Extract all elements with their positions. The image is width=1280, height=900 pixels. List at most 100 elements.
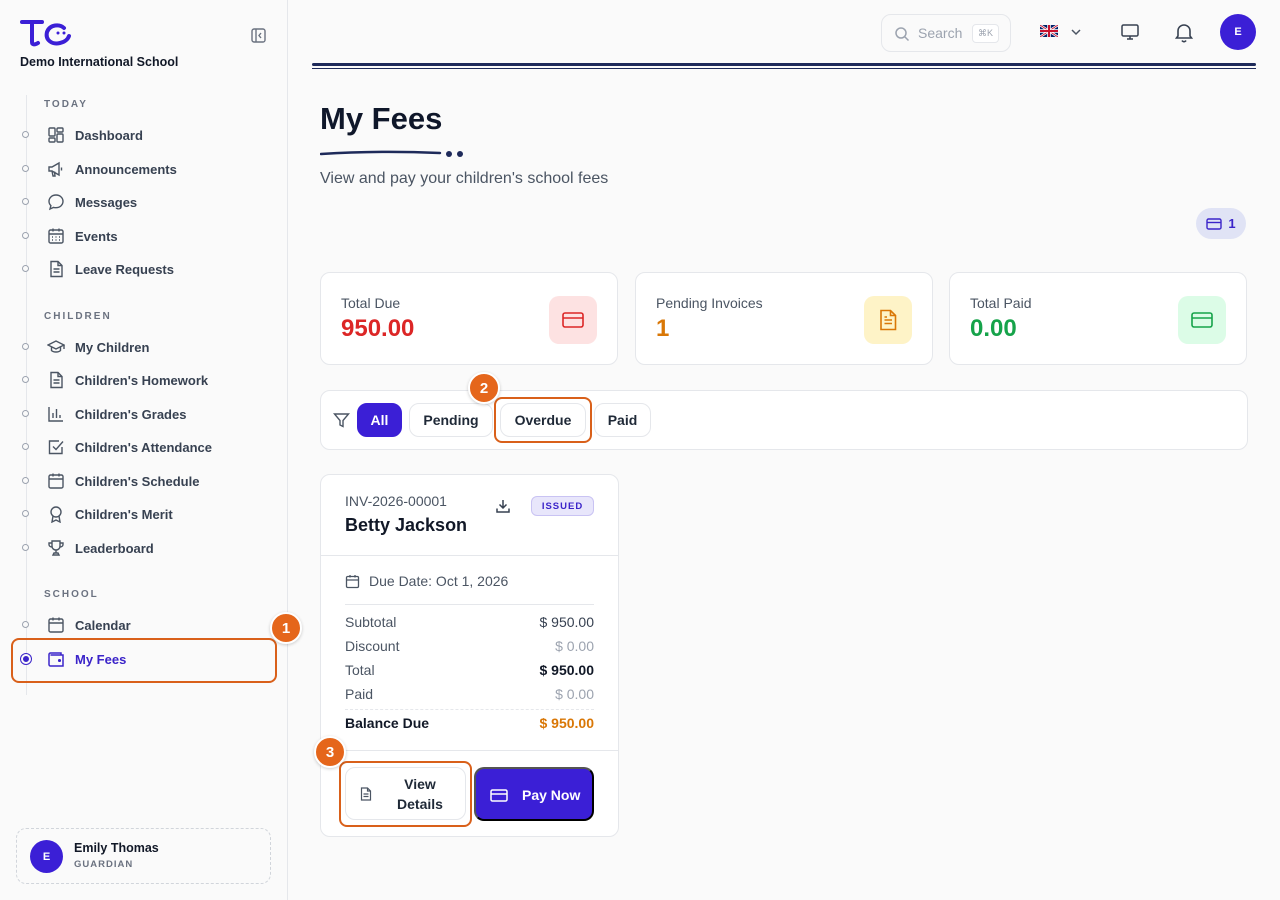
uk-flag-icon[interactable] bbox=[1040, 25, 1058, 37]
nav-dot bbox=[22, 510, 29, 517]
monitor-icon[interactable] bbox=[1120, 22, 1140, 42]
header-divider bbox=[312, 63, 1256, 66]
file-text-icon bbox=[864, 296, 912, 344]
message-icon bbox=[48, 194, 64, 211]
sidebar-item-label: Announcements bbox=[75, 162, 177, 177]
sidebar-item-label: Leaderboard bbox=[75, 541, 154, 556]
sidebar-item-label: Dashboard bbox=[75, 128, 143, 143]
row-value: $ 950.00 bbox=[539, 715, 595, 731]
sidebar-item-my-children[interactable]: My Children bbox=[20, 332, 270, 362]
nav-dot bbox=[22, 544, 29, 551]
divider bbox=[321, 555, 618, 556]
sidebar-item-calendar[interactable]: Calendar bbox=[20, 610, 270, 640]
stat-card-total-due: Total Due 950.00 bbox=[320, 272, 618, 365]
section-school: SCHOOL bbox=[44, 589, 99, 600]
checkbox-icon bbox=[48, 440, 64, 455]
stat-card-total-paid: Total Paid 0.00 bbox=[949, 272, 1247, 365]
nav-dot bbox=[22, 232, 29, 239]
stat-value: 1 bbox=[656, 315, 670, 342]
user-name: Emily Thomas bbox=[74, 841, 159, 855]
due-date-text: Due Date: Oct 1, 2026 bbox=[369, 573, 509, 589]
sidebar-item-label: Messages bbox=[75, 195, 138, 210]
row-label: Balance Due bbox=[345, 715, 430, 731]
annotation-badge-2: 2 bbox=[468, 372, 500, 404]
invoice-number: INV-2026-00001 bbox=[345, 493, 447, 509]
sidebar-item-childrens-schedule[interactable]: Children's Schedule bbox=[20, 466, 270, 496]
sidebar-item-leaderboard[interactable]: Leaderboard bbox=[20, 533, 270, 563]
avatar: E bbox=[30, 840, 63, 873]
download-button[interactable] bbox=[485, 491, 521, 521]
user-role: GUARDIAN bbox=[74, 859, 134, 870]
row-value: $ 0.00 bbox=[555, 638, 594, 654]
title-underline-decoration bbox=[320, 150, 463, 157]
award-icon bbox=[50, 506, 62, 523]
sidebar-item-childrens-attendance[interactable]: Children's Attendance bbox=[20, 432, 270, 462]
invoice-count: 1 bbox=[1228, 216, 1236, 231]
download-icon bbox=[496, 500, 510, 513]
top-avatar[interactable]: E bbox=[1220, 14, 1256, 50]
sidebar-item-leave-requests[interactable]: Leave Requests bbox=[20, 254, 270, 284]
nav-dot bbox=[22, 265, 29, 272]
nav-dot bbox=[22, 477, 29, 484]
credit-card-icon bbox=[490, 789, 508, 802]
divider bbox=[321, 750, 618, 751]
filter-pending-button[interactable]: Pending bbox=[409, 403, 493, 437]
megaphone-icon bbox=[48, 161, 63, 177]
nav-dot bbox=[22, 165, 29, 172]
subtotal-row: Subtotal $ 950.00 bbox=[345, 614, 594, 630]
paid-row: Paid $ 0.00 bbox=[345, 686, 594, 702]
sidebar-item-label: Children's Homework bbox=[75, 373, 209, 388]
search-input[interactable]: Search ⌘K bbox=[881, 14, 1011, 52]
credit-card-icon bbox=[1178, 296, 1226, 344]
sidebar-item-childrens-grades[interactable]: Children's Grades bbox=[20, 399, 270, 429]
annotation-highlight-my-fees bbox=[11, 638, 277, 683]
school-name: Demo International School bbox=[20, 55, 179, 69]
sidebar-item-events[interactable]: Events bbox=[20, 221, 270, 251]
nav-dot bbox=[22, 410, 29, 417]
balance-due-row: Balance Due $ 950.00 bbox=[345, 715, 594, 731]
chevron-down-icon[interactable] bbox=[1070, 26, 1082, 38]
invoice-count-badge: 1 bbox=[1196, 208, 1246, 239]
filter-icon bbox=[333, 413, 350, 428]
sidebar-item-announcements[interactable]: Announcements bbox=[20, 154, 270, 184]
row-value: $ 950.00 bbox=[539, 614, 595, 630]
user-profile-card[interactable]: E Emily Thomas GUARDIAN bbox=[16, 828, 271, 884]
bell-icon[interactable] bbox=[1173, 21, 1195, 43]
sidebar-item-label: Children's Attendance bbox=[75, 440, 212, 455]
search-shortcut: ⌘K bbox=[972, 24, 999, 43]
document-icon bbox=[50, 260, 63, 278]
sidebar-item-label: Children's Merit bbox=[75, 507, 173, 522]
nav-dot bbox=[22, 443, 29, 450]
sidebar-item-childrens-homework[interactable]: Children's Homework bbox=[20, 365, 270, 395]
nav-dot bbox=[22, 376, 29, 383]
sidebar-item-dashboard[interactable]: Dashboard bbox=[20, 120, 270, 150]
sidebar-item-childrens-merit[interactable]: Children's Merit bbox=[20, 499, 270, 529]
due-date: Due Date: Oct 1, 2026 bbox=[345, 573, 508, 589]
sidebar-item-messages[interactable]: Messages bbox=[20, 187, 270, 217]
dashed-divider bbox=[345, 709, 594, 710]
section-today: TODAY bbox=[44, 99, 88, 110]
filter-paid-button[interactable]: Paid bbox=[594, 403, 651, 437]
page-title: My Fees bbox=[320, 101, 443, 136]
nav-dot bbox=[22, 621, 29, 628]
sidebar-item-label: Events bbox=[75, 229, 118, 244]
annotation-badge-1: 1 bbox=[270, 612, 302, 644]
filter-all-button[interactable]: All bbox=[357, 403, 402, 437]
discount-row: Discount $ 0.00 bbox=[345, 638, 594, 654]
search-icon bbox=[895, 27, 910, 42]
stat-value: 0.00 bbox=[970, 315, 1017, 342]
collapse-sidebar-icon[interactable] bbox=[251, 28, 266, 43]
nav-dot bbox=[22, 198, 29, 205]
total-row: Total $ 950.00 bbox=[345, 662, 594, 678]
calendar-grid-icon bbox=[48, 228, 64, 244]
stat-label: Total Due bbox=[341, 295, 401, 311]
filter-bar: All Pending Overdue Paid bbox=[320, 390, 1248, 450]
school-logo[interactable] bbox=[20, 18, 74, 53]
nav-dot bbox=[22, 343, 29, 350]
sidebar: Demo International School TODAY CHILDREN… bbox=[0, 0, 288, 900]
stat-value: 950.00 bbox=[341, 315, 415, 342]
pay-now-button[interactable]: Pay Now bbox=[474, 767, 594, 821]
credit-card-icon bbox=[1206, 217, 1223, 230]
credit-card-icon bbox=[549, 296, 597, 344]
pay-now-label: Pay Now bbox=[522, 787, 581, 803]
